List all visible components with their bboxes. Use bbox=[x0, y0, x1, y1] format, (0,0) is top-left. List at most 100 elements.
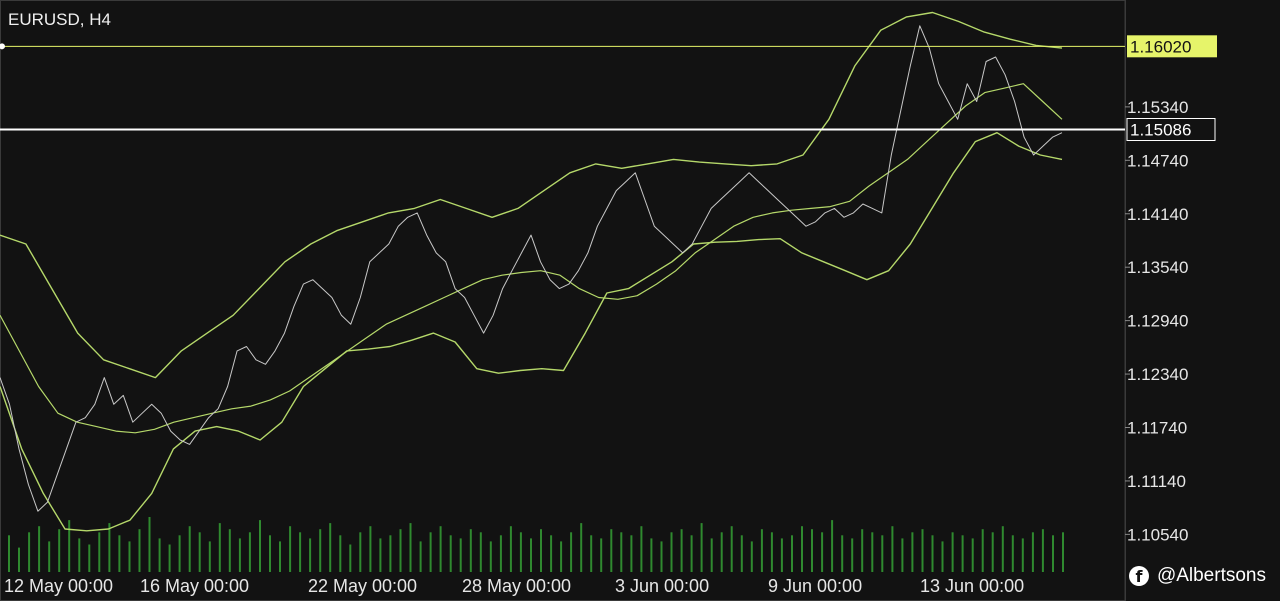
volume-bar bbox=[620, 532, 623, 572]
volume-bar bbox=[971, 538, 974, 572]
volume-bar bbox=[710, 538, 713, 572]
volume-bar bbox=[881, 535, 884, 572]
volume-bar bbox=[259, 520, 261, 572]
volume-bar bbox=[680, 529, 683, 572]
volume-bar bbox=[1041, 529, 1044, 572]
volume-bar bbox=[560, 541, 563, 572]
volume-bar bbox=[319, 529, 322, 572]
volume-bar bbox=[519, 532, 522, 572]
volume-bar bbox=[921, 529, 924, 572]
volume-bar bbox=[630, 535, 633, 572]
price-series bbox=[0, 25, 1063, 512]
volume-bar bbox=[951, 532, 954, 572]
volume-bar bbox=[188, 526, 191, 572]
volume-bar bbox=[339, 535, 342, 572]
volume-bar bbox=[1031, 532, 1034, 572]
y-tick-label: 1.10540 bbox=[1127, 525, 1188, 544]
volume-bar bbox=[429, 532, 432, 572]
volume-bar bbox=[238, 538, 241, 572]
volume-bar bbox=[580, 523, 583, 572]
volume-bar bbox=[419, 541, 422, 572]
volume-bar bbox=[550, 535, 553, 572]
volume-bar bbox=[78, 538, 81, 572]
price-chart[interactable]: 1.16020 1.15086 1.10540 1.11140 1.11740 1.12… bbox=[0, 0, 1280, 601]
volume-bar bbox=[279, 541, 281, 572]
volume-bar bbox=[509, 526, 512, 572]
plot-border bbox=[0, 0, 1126, 601]
volume-bar bbox=[459, 538, 462, 572]
volume-bar bbox=[28, 532, 31, 572]
volume-bar bbox=[941, 541, 944, 572]
x-tick-label: 13 Jun 00:00 bbox=[920, 576, 1024, 596]
volume-bar bbox=[851, 538, 854, 572]
volume-bar bbox=[1062, 532, 1064, 572]
volume-bar bbox=[911, 532, 914, 572]
price-level-label: 1.16020 bbox=[1130, 37, 1191, 56]
middle-band-line bbox=[0, 83, 1063, 434]
volume-bar bbox=[469, 529, 472, 572]
volume-bar bbox=[791, 535, 793, 572]
volume-bar bbox=[118, 535, 121, 572]
volume-bar bbox=[58, 529, 61, 572]
y-tick-label: 1.13540 bbox=[1127, 258, 1188, 277]
volume-bar bbox=[299, 532, 302, 572]
volume-bar bbox=[760, 529, 763, 572]
bollinger-bands bbox=[0, 11, 1063, 532]
volume-bar bbox=[1021, 538, 1024, 572]
volume-bar bbox=[449, 535, 452, 572]
volume-bar bbox=[309, 538, 312, 572]
volume-bar bbox=[8, 535, 10, 572]
volume-bar bbox=[1001, 526, 1004, 572]
volume-bar bbox=[38, 526, 41, 572]
lower-band-line bbox=[0, 131, 1063, 532]
x-tick-label: 12 May 00:00 bbox=[4, 576, 113, 596]
y-tick-label: 1.14140 bbox=[1127, 205, 1188, 224]
y-tick-label: 1.14740 bbox=[1127, 151, 1188, 170]
volume-bar bbox=[640, 526, 643, 572]
volume-bar bbox=[901, 538, 904, 572]
price-axis[interactable]: 1.10540 1.11140 1.11740 1.12340 1.12940 1.135… bbox=[1125, 0, 1188, 601]
volume-bar bbox=[570, 532, 573, 572]
volume-bar bbox=[991, 532, 994, 572]
y-tick-label: 1.15340 bbox=[1127, 98, 1188, 117]
volume-bar bbox=[329, 523, 332, 572]
volume-bar bbox=[389, 535, 392, 572]
y-tick-label: 1.12940 bbox=[1127, 312, 1188, 331]
volume-bar bbox=[409, 523, 412, 572]
volume-bar bbox=[269, 535, 271, 572]
volume-bar bbox=[128, 541, 131, 572]
volume-bar bbox=[871, 532, 874, 572]
volume-bar bbox=[841, 535, 844, 572]
volume-bar bbox=[18, 547, 20, 572]
volume-bar bbox=[811, 529, 813, 572]
volume-bar bbox=[1011, 535, 1014, 572]
line-anchor-dot bbox=[0, 43, 5, 50]
y-tick-label: 1.11140 bbox=[1127, 472, 1186, 491]
volume-bar bbox=[138, 529, 141, 572]
volume-bar bbox=[600, 538, 603, 572]
volume-bar bbox=[178, 535, 181, 572]
volume-bar bbox=[750, 541, 753, 572]
volume-bar bbox=[891, 526, 894, 572]
volume-bar bbox=[88, 544, 91, 572]
horizontal-lines[interactable]: 1.16020 1.15086 bbox=[0, 35, 1217, 141]
volume-bar bbox=[48, 541, 51, 572]
volume-bar bbox=[981, 529, 984, 572]
volume-bar bbox=[670, 532, 673, 572]
volume-bar bbox=[158, 538, 161, 572]
time-axis[interactable]: 12 May 00:00 16 May 00:00 22 May 00:00 28 M… bbox=[4, 576, 1024, 596]
x-tick-label: 9 Jun 00:00 bbox=[768, 576, 862, 596]
volume-bar bbox=[720, 532, 723, 572]
x-tick-label: 16 May 00:00 bbox=[140, 576, 249, 596]
volume-bar bbox=[218, 523, 221, 572]
volume-bar bbox=[770, 532, 773, 572]
volume-bar bbox=[198, 532, 201, 572]
symbol-title: EURUSD, H4 bbox=[8, 10, 111, 29]
x-tick-label: 22 May 00:00 bbox=[308, 576, 417, 596]
volume-bar bbox=[861, 529, 864, 572]
volume-bar bbox=[359, 532, 362, 572]
volume-bar bbox=[540, 529, 542, 572]
volume-bar bbox=[961, 535, 964, 572]
volume-bar bbox=[650, 538, 653, 572]
volume-bar bbox=[489, 541, 492, 572]
